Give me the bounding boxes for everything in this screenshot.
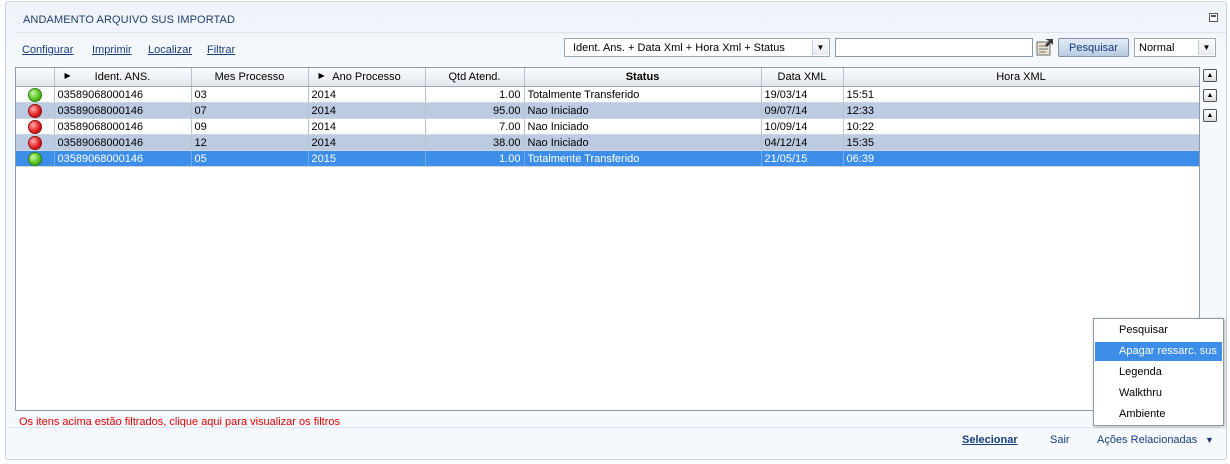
locate-link[interactable]: Localizar: [148, 44, 192, 56]
column-header-hora-xml[interactable]: Hora XML: [843, 68, 1199, 87]
table-row[interactable]: 03589068000146 07 2014 95.00 Nao Iniciad…: [16, 102, 1199, 119]
related-actions-menu: Pesquisar Apagar ressarc. sus Legenda Wa…: [1093, 318, 1224, 426]
status-red-icon: [27, 119, 42, 134]
cell-mes: 12: [191, 134, 309, 151]
status-green-icon: [27, 151, 42, 166]
cell-hora: 12:33: [843, 102, 1199, 119]
cell-qtd: 1.00: [425, 86, 525, 103]
cell-hora: 15:35: [843, 134, 1199, 151]
chevron-down-icon[interactable]: ▼: [1198, 40, 1214, 55]
cell-status: Totalmente Transferido: [524, 86, 762, 103]
cell-status: Nao Iniciado: [524, 134, 762, 151]
cell-hora: 15:51: [843, 86, 1199, 103]
column-header-data-xml[interactable]: Data XML: [761, 68, 844, 87]
menu-item-walkthru[interactable]: Walkthru: [1095, 384, 1222, 403]
cell-qtd: 95.00: [425, 102, 525, 119]
cell-status: Totalmente Transferido: [524, 150, 762, 167]
index-order-select[interactable]: Ident. Ans. + Data Xml + Hora Xml + Stat…: [564, 38, 830, 57]
chevron-down-icon[interactable]: ▼: [1205, 435, 1214, 445]
status-green-icon: [27, 87, 42, 102]
cell-ano: 2014: [308, 134, 426, 151]
column-header-ano-processo[interactable]: ▶ Ano Processo: [308, 68, 426, 87]
column-header-label: Ano Processo: [332, 71, 401, 83]
cell-ident: 03589068000146: [54, 118, 192, 135]
column-header-label: Ident. ANS.: [94, 71, 151, 83]
configure-link[interactable]: Configurar: [22, 44, 73, 56]
search-config-icon[interactable]: [1035, 37, 1055, 57]
menu-item-pesquisar[interactable]: Pesquisar: [1095, 321, 1222, 340]
cell-ident: 03589068000146: [54, 150, 192, 167]
legend-cell: [16, 102, 55, 119]
cell-qtd: 38.00: [425, 134, 525, 151]
view-mode-select[interactable]: Normal ▼: [1134, 38, 1216, 57]
sort-arrow-icon: ▶: [64, 71, 71, 80]
chevron-down-icon[interactable]: ▼: [812, 40, 828, 55]
cell-data: 04/12/14: [761, 134, 844, 151]
related-actions-button[interactable]: Ações Relacionadas: [1097, 434, 1197, 446]
cell-hora: 10:22: [843, 118, 1199, 135]
title-divider: [16, 32, 1226, 33]
scroll-up-icon[interactable]: ▲: [1203, 109, 1217, 122]
minimize-icon[interactable]: [1209, 13, 1218, 22]
data-grid: ▶ Ident. ANS. Mes Processo ▶ Ano Processo …: [15, 67, 1200, 411]
print-link[interactable]: Imprimir: [92, 44, 132, 56]
table-row[interactable]: 03589068000146 12 2014 38.00 Nao Iniciad…: [16, 134, 1199, 151]
legend-cell: [16, 118, 55, 135]
column-header-status[interactable]: Status: [524, 68, 762, 87]
legend-cell: [16, 134, 55, 151]
search-button[interactable]: Pesquisar: [1058, 38, 1129, 57]
cell-qtd: 1.00: [425, 150, 525, 167]
legend-cell: [16, 86, 55, 103]
cell-data: 19/03/14: [761, 86, 844, 103]
cell-data: 21/05/15: [761, 150, 844, 167]
status-red-icon: [27, 103, 42, 118]
view-mode-value: Normal: [1139, 42, 1175, 54]
search-input[interactable]: [835, 38, 1033, 57]
cell-qtd: 7.00: [425, 118, 525, 135]
table-row[interactable]: 03589068000146 09 2014 7.00 Nao Iniciado…: [16, 118, 1199, 135]
index-order-value: Ident. Ans. + Data Xml + Hora Xml + Stat…: [573, 42, 785, 54]
cell-status: Nao Iniciado: [524, 118, 762, 135]
cell-status: Nao Iniciado: [524, 102, 762, 119]
column-header-qtd-atend[interactable]: Qtd Atend.: [425, 68, 525, 87]
scroll-page-up-icon[interactable]: ▲: [1203, 89, 1217, 102]
footer-divider: [10, 427, 1220, 428]
column-header-mes-processo[interactable]: Mes Processo: [191, 68, 309, 87]
scroll-top-icon[interactable]: ▲: [1203, 69, 1217, 82]
cell-ident: 03589068000146: [54, 134, 192, 151]
exit-button[interactable]: Sair: [1050, 434, 1070, 446]
cell-mes: 09: [191, 118, 309, 135]
cell-data: 10/09/14: [761, 118, 844, 135]
cell-data: 09/07/14: [761, 102, 844, 119]
menu-item-apagar-ressarc-sus[interactable]: Apagar ressarc. sus: [1095, 342, 1222, 361]
legend-cell: [16, 150, 55, 167]
table-row[interactable]: 03589068000146 03 2014 1.00 Totalmente T…: [16, 86, 1199, 103]
select-button[interactable]: Selecionar: [962, 434, 1018, 446]
status-red-icon: [27, 135, 42, 150]
cell-ano: 2014: [308, 118, 426, 135]
cell-mes: 03: [191, 86, 309, 103]
menu-item-legenda[interactable]: Legenda: [1095, 363, 1222, 382]
column-header-ident-ans[interactable]: ▶ Ident. ANS.: [54, 68, 192, 87]
column-header-legend[interactable]: [16, 68, 55, 87]
cell-ano: 2014: [308, 102, 426, 119]
panel-title: ANDAMENTO ARQUIVO SUS IMPORTAD: [23, 14, 236, 26]
menu-item-ambiente[interactable]: Ambiente: [1095, 405, 1222, 424]
cell-mes: 07: [191, 102, 309, 119]
cell-ident: 03589068000146: [54, 86, 192, 103]
sort-arrow-icon: ▶: [318, 71, 325, 80]
filter-link[interactable]: Filtrar: [207, 44, 235, 56]
cell-ano: 2015: [308, 150, 426, 167]
cell-ano: 2014: [308, 86, 426, 103]
cell-mes: 05: [191, 150, 309, 167]
cell-hora: 06:39: [843, 150, 1199, 167]
table-row-selected[interactable]: 03589068000146 05 2015 1.00 Totalmente T…: [16, 150, 1199, 167]
cell-ident: 03589068000146: [54, 102, 192, 119]
